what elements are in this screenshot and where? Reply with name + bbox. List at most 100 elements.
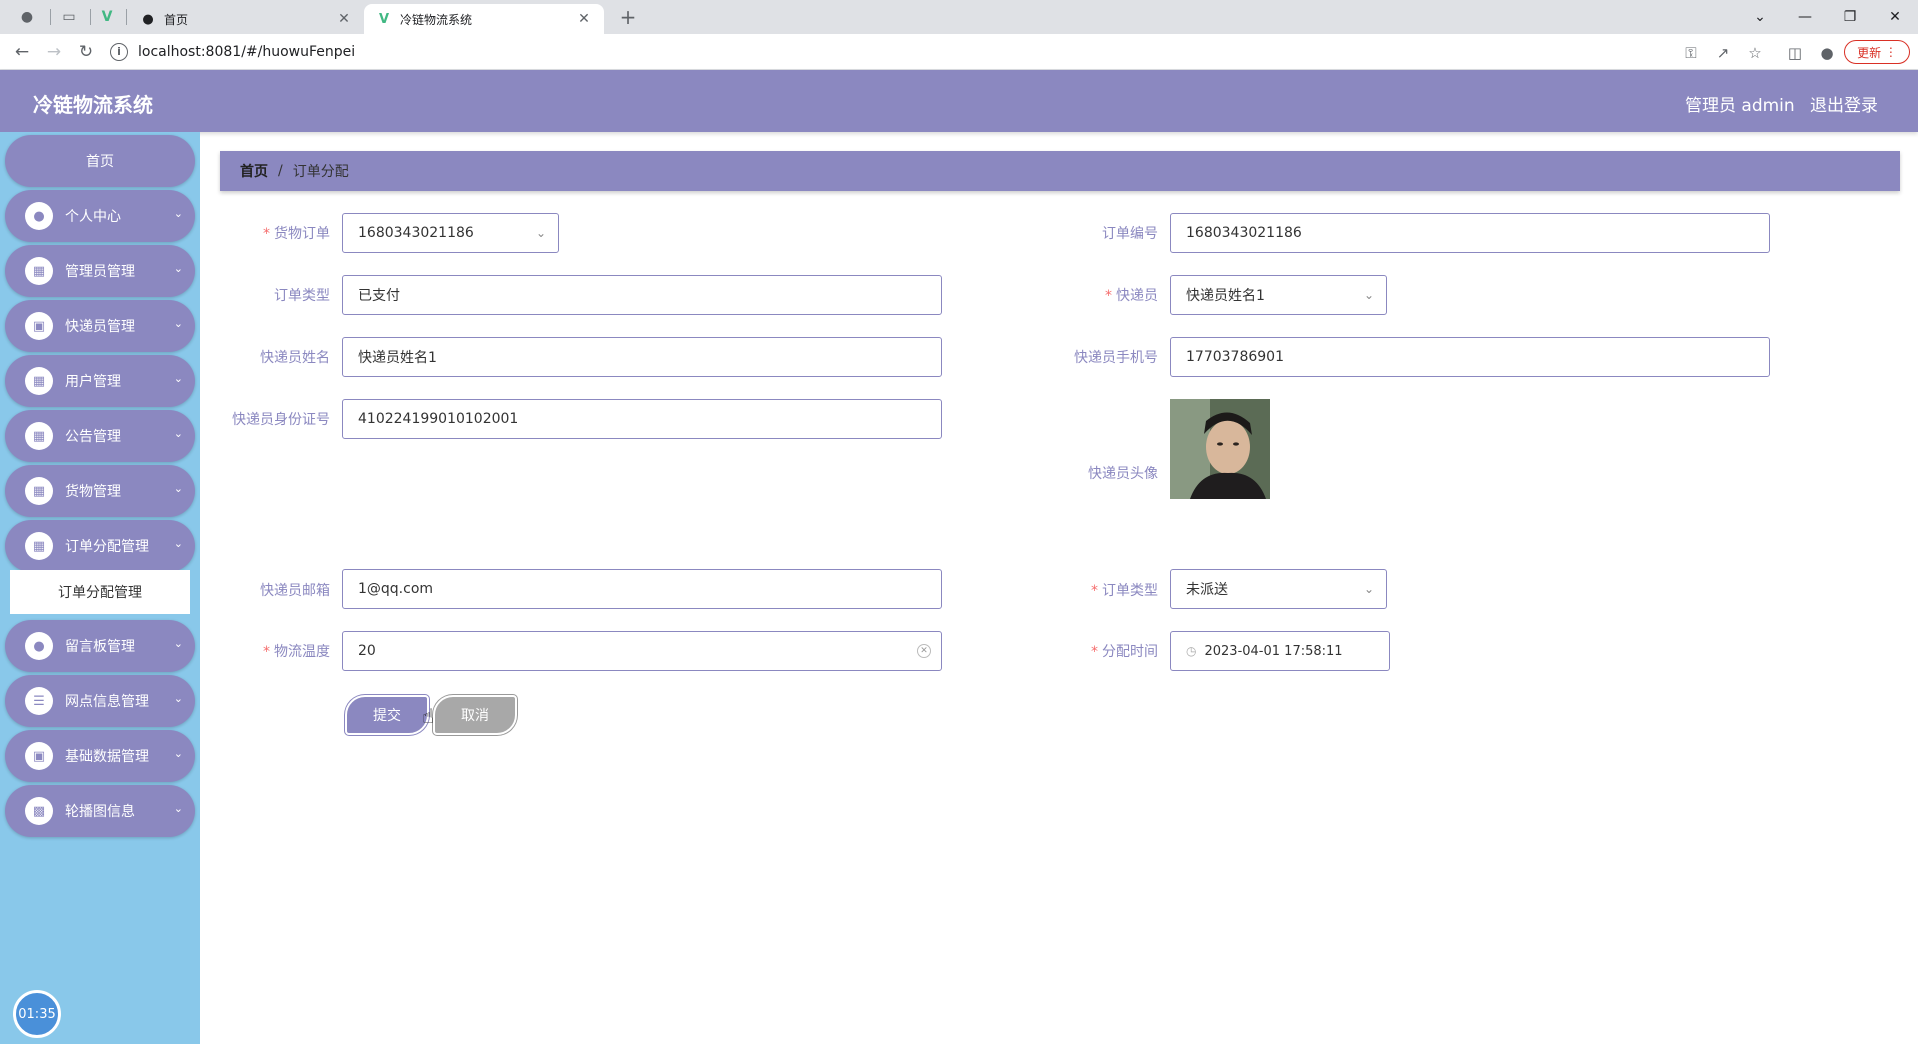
input-value: 20: [358, 643, 376, 659]
chevron-down-icon: ⌄: [173, 537, 183, 550]
order-no-label: 订单编号: [1050, 223, 1158, 243]
chevron-down-icon: ⌄: [1363, 582, 1374, 596]
url-text: localhost:8081/#/huowuFenpei: [138, 44, 356, 60]
required-mark: *: [1091, 644, 1098, 660]
required-mark: *: [263, 644, 270, 660]
sidebar-item-personal-center[interactable]: ● 个人中心 ⌄: [5, 190, 195, 242]
address-bar[interactable]: i localhost:8081/#/huowuFenpei: [110, 38, 1670, 66]
apps-icon: ▦: [25, 532, 53, 560]
sidepanel-icon[interactable]: ◫: [1784, 42, 1806, 64]
chevron-down-icon: ⌄: [173, 317, 183, 330]
breadcrumb-home[interactable]: 首页: [240, 161, 268, 181]
restore-button[interactable]: ❐: [1830, 4, 1870, 30]
courier-select[interactable]: 快递员姓名1 ⌄: [1170, 275, 1387, 315]
star-icon[interactable]: ☆: [1744, 42, 1766, 64]
assign-time-picker[interactable]: ◷ 2023-04-01 17:58:11: [1170, 631, 1390, 671]
sidebar-item-label: 货物管理: [65, 484, 121, 500]
temperature-input[interactable]: 20 ✕: [342, 631, 942, 671]
select-value: 快递员姓名1: [1186, 288, 1265, 304]
sidebar-item-carousel[interactable]: ▩ 轮播图信息 ⌄: [5, 785, 195, 837]
monitor-icon: ▣: [25, 312, 53, 340]
minimize-button[interactable]: —: [1785, 4, 1825, 30]
courier-id-input[interactable]: 410224199010102001: [342, 399, 942, 439]
label-text: 快递员邮箱: [260, 583, 330, 599]
courier-name-input[interactable]: 快递员姓名1: [342, 337, 942, 377]
chevron-down-icon: ⌄: [173, 427, 183, 440]
clock-badge[interactable]: 01:35: [13, 990, 61, 1038]
label-text: 货物订单: [274, 226, 330, 242]
sidebar-item-label: 快递员管理: [65, 319, 135, 335]
chevron-down-icon: ⌄: [173, 207, 183, 220]
close-icon[interactable]: ✕: [576, 11, 592, 27]
sidebar-item-message-board[interactable]: ● 留言板管理 ⌄: [5, 620, 195, 672]
forward-icon[interactable]: →: [42, 40, 66, 64]
courier-phone-input[interactable]: 17703786901: [1170, 337, 1770, 377]
sidebar-item-basic-data[interactable]: ▣ 基础数据管理 ⌄: [5, 730, 195, 782]
info-icon[interactable]: i: [110, 43, 128, 61]
sidebar: 首页 ● 个人中心 ⌄ ▦ 管理员管理 ⌄ ▣ 快递员管理 ⌄ ▦ 用户管理 ⌄…: [0, 132, 200, 1044]
sidebar-item-notice-management[interactable]: ▦ 公告管理 ⌄: [5, 410, 195, 462]
input-value: 1@qq.com: [358, 581, 434, 597]
back-icon[interactable]: ←: [10, 40, 34, 64]
new-tab-button[interactable]: +: [616, 5, 640, 29]
chevron-down-icon: ⌄: [173, 262, 183, 275]
courier-email-input[interactable]: 1@qq.com: [342, 569, 942, 609]
profile-icon[interactable]: ●: [1816, 42, 1838, 64]
courier-label: * 快递员: [1050, 285, 1158, 305]
grid-icon: ▦: [25, 257, 53, 285]
sidebar-item-home[interactable]: 首页: [5, 135, 195, 187]
clear-icon[interactable]: ✕: [917, 644, 931, 658]
submenu-item-order-assign[interactable]: 订单分配管理: [10, 570, 190, 614]
sidebar-item-order-assign-management[interactable]: ▦ 订单分配管理 ⌄: [5, 520, 195, 572]
input-value: 17703786901: [1186, 349, 1284, 365]
update-label: 更新: [1857, 45, 1882, 60]
input-value: 410224199010102001: [358, 411, 519, 427]
sidebar-item-courier-management[interactable]: ▣ 快递员管理 ⌄: [5, 300, 195, 352]
order-no-input[interactable]: 1680343021186: [1170, 213, 1770, 253]
label-text: 订单类型: [274, 288, 330, 304]
courier-avatar-image[interactable]: [1170, 399, 1270, 499]
select-value: 未派送: [1186, 582, 1228, 598]
chevron-down-icon: ⌄: [1363, 288, 1374, 302]
tab-search-icon[interactable]: ⌄: [1740, 4, 1780, 30]
tab-home[interactable]: ● 首页 ✕: [128, 4, 364, 34]
browser-toolbar: ← → ↻ i localhost:8081/#/huowuFenpei ⚿ ↗…: [0, 34, 1918, 70]
cancel-button[interactable]: 取消: [433, 695, 517, 735]
delivery-type-select[interactable]: 未派送 ⌄: [1170, 569, 1387, 609]
sidebar-item-label: 个人中心: [65, 209, 121, 225]
huowu-order-select[interactable]: 1680343021186 ⌄: [342, 213, 559, 253]
label-text: 订单类型: [1102, 583, 1158, 599]
sidebar-item-admin-management[interactable]: ▦ 管理员管理 ⌄: [5, 245, 195, 297]
assign-time-label: * 分配时间: [1050, 641, 1158, 661]
logout-link[interactable]: 退出登录: [1810, 91, 1878, 116]
window-close-button[interactable]: ✕: [1875, 4, 1915, 30]
clock-icon: ◷: [1186, 644, 1197, 658]
share-icon[interactable]: ↗: [1712, 42, 1734, 64]
tab-divider: [90, 9, 91, 25]
vue-logo-icon[interactable]: V: [96, 6, 118, 28]
close-icon[interactable]: ✕: [336, 11, 352, 27]
sidebar-item-goods-management[interactable]: ▦ 货物管理 ⌄: [5, 465, 195, 517]
courier-avatar-label: 快递员头像: [1050, 463, 1158, 483]
breadcrumb: 首页 / 订单分配: [220, 151, 1900, 191]
sidebar-item-user-management[interactable]: ▦ 用户管理 ⌄: [5, 355, 195, 407]
label-text: 订单编号: [1102, 226, 1158, 242]
courier-phone-label: 快递员手机号: [1050, 347, 1158, 367]
briefcase-icon: ▩: [25, 797, 53, 825]
browser-tabstrip: ● ▭ V ● 首页 ✕ V 冷链物流系统 ✕ + ⌄ — ❐ ✕: [0, 0, 1918, 34]
grid-icon: ▦: [25, 477, 53, 505]
label-text: 快递员头像: [1088, 466, 1158, 482]
blank-tab-icon[interactable]: ▭: [58, 6, 80, 28]
submit-button[interactable]: 提交: [345, 695, 429, 735]
app-header: 冷链物流系统 管理员 admin 退出登录: [0, 70, 1918, 132]
sidebar-item-label: 网点信息管理: [65, 694, 149, 710]
update-button[interactable]: 更新 ⋮: [1844, 40, 1910, 64]
globe-icon[interactable]: ●: [16, 6, 38, 28]
sidebar-item-outlet-management[interactable]: ☰ 网点信息管理 ⌄: [5, 675, 195, 727]
order-type-input[interactable]: 已支付: [342, 275, 942, 315]
reload-icon[interactable]: ↻: [74, 40, 98, 64]
tab-title: 冷链物流系统: [400, 12, 473, 27]
key-icon[interactable]: ⚿: [1680, 42, 1702, 64]
tab-app[interactable]: V 冷链物流系统 ✕: [364, 4, 604, 34]
user-icon: ●: [25, 632, 53, 660]
